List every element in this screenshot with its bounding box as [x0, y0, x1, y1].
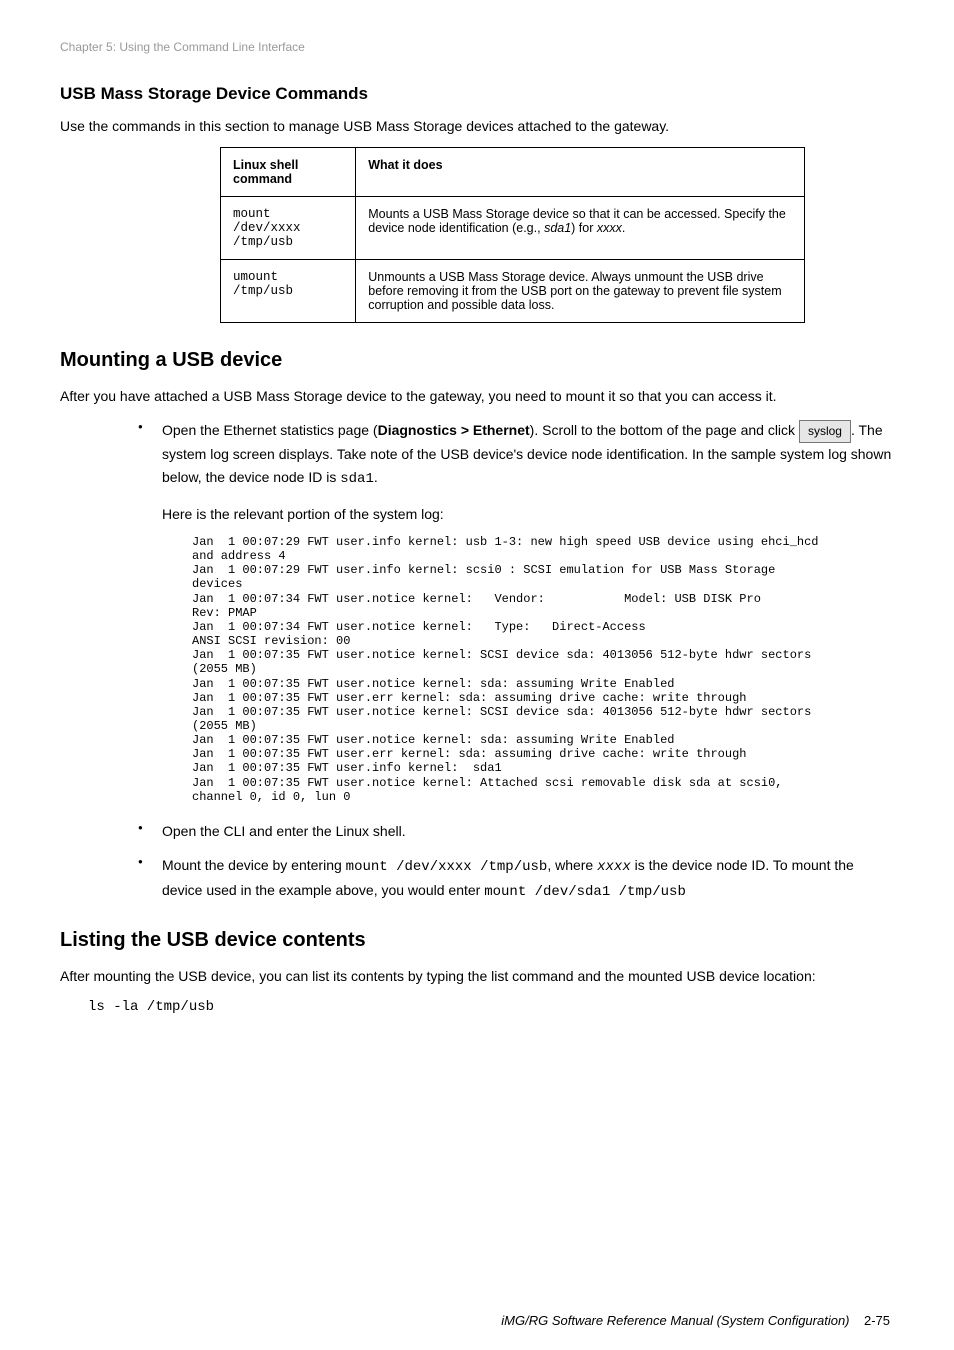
syslog-button[interactable]: syslog — [799, 420, 851, 443]
cell-desc: Mounts a USB Mass Storage device so that… — [356, 197, 805, 260]
section-intro: Use the commands in this section to mana… — [60, 116, 894, 137]
syslog-output: Jan 1 00:07:29 FWT user.info kernel: usb… — [192, 535, 832, 804]
log-pretext: Here is the relevant portion of the syst… — [162, 504, 894, 525]
step-1: Open the Ethernet statistics page (Diagn… — [132, 419, 894, 804]
section-heading-usb-commands: USB Mass Storage Device Commands — [60, 84, 894, 104]
step-3: Mount the device by entering mount /dev/… — [132, 854, 894, 903]
cell-cmd: umount /tmp/usb — [221, 260, 356, 323]
page-footer: iMG/RG Software Reference Manual (System… — [501, 1313, 890, 1328]
listing-command: ls -la /tmp/usb — [88, 997, 894, 1018]
cell-cmd: mount /dev/xxxx /tmp/usb — [221, 197, 356, 260]
table-row: mount /dev/xxxx /tmp/usb Mounts a USB Ma… — [221, 197, 805, 260]
cell-desc: Unmounts a USB Mass Storage device. Alwa… — [356, 260, 805, 323]
table-row: umount /tmp/usb Unmounts a USB Mass Stor… — [221, 260, 805, 323]
heading-mounting: Mounting a USB device — [60, 349, 894, 372]
table-header-desc: What it does — [356, 148, 805, 197]
command-table: Linux shell command What it does mount /… — [220, 147, 805, 323]
heading-listing: Listing the USB device contents — [60, 929, 894, 952]
breadcrumb: Chapter 5: Using the Command Line Interf… — [60, 40, 894, 54]
table-header-cmd: Linux shell command — [221, 148, 356, 197]
listing-intro: After mounting the USB device, you can l… — [60, 966, 894, 987]
mount-intro: After you have attached a USB Mass Stora… — [60, 386, 894, 407]
step-2: Open the CLI and enter the Linux shell. — [132, 820, 894, 842]
